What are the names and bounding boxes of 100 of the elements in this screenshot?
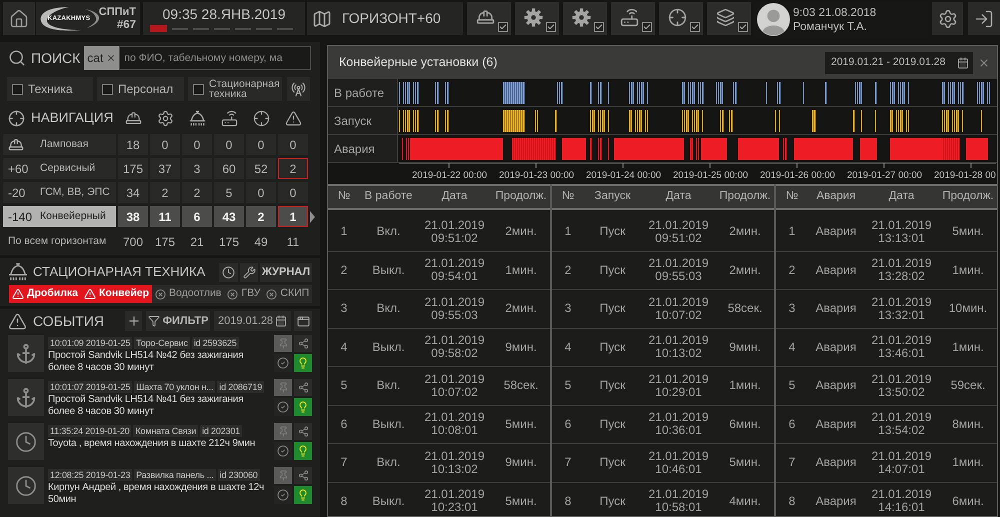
layer-checkbox[interactable] [546, 22, 556, 32]
table-cell: 2 [246, 206, 276, 227]
history-button[interactable] [219, 262, 238, 282]
layer-checkbox[interactable] [738, 22, 748, 32]
filter-checkbox[interactable]: Стационарная техника [188, 77, 282, 101]
tools-button[interactable] [240, 262, 258, 282]
acknowledge-button[interactable] [274, 486, 292, 504]
equipment-button[interactable]: СКИП [263, 285, 312, 303]
journal-button[interactable]: ЖУРНАЛ [260, 262, 312, 282]
table-cell-text: Вкл. [376, 454, 402, 472]
layer-checkbox[interactable] [594, 22, 604, 32]
table-cell: 0 [278, 182, 308, 203]
antenna-button[interactable] [287, 77, 310, 101]
table-cell: 2 [278, 158, 308, 179]
equipment-button[interactable]: Дробилка [9, 285, 82, 303]
table-cell-text: 21.01.2019 10:08:01 [423, 409, 486, 440]
table-cell: 0 [246, 134, 276, 155]
close-icon [106, 53, 116, 63]
share-button[interactable] [294, 423, 312, 440]
check-icon [499, 23, 507, 31]
share-button[interactable] [294, 335, 312, 352]
layer-toggle[interactable] [707, 2, 751, 35]
router-icon [220, 110, 238, 126]
filter-chip[interactable]: cat [84, 46, 120, 70]
layer-toggle[interactable] [563, 2, 607, 35]
checkbox[interactable] [193, 84, 204, 94]
column-header: Продолж. [941, 189, 995, 204]
axis-tick-label: 2019-01-24 00:00 [586, 169, 662, 183]
clock-time: 09:35 28.ЯНВ.2019 [162, 6, 286, 22]
share-button[interactable] [294, 379, 312, 396]
equipment-button[interactable]: Конвейер [81, 285, 152, 303]
lightbulb-button[interactable] [294, 354, 312, 372]
x-circle-icon [227, 288, 238, 300]
window-button[interactable] [294, 311, 312, 331]
table-cell: 0 [278, 134, 308, 155]
logout-button[interactable] [968, 2, 1000, 35]
home-button[interactable] [3, 2, 35, 35]
horizon-selector[interactable]: ГОРИЗОНТ+60 [307, 2, 463, 35]
date-range-field[interactable]: 2019.01.21 - 2019.01.28 [825, 52, 973, 74]
lightbulb-button[interactable] [294, 398, 312, 416]
table-cell: 2 [150, 182, 180, 203]
table-cell-text: 7 [340, 454, 348, 472]
lightbulb-button[interactable] [294, 486, 312, 504]
clock-icon [8, 423, 44, 460]
logo-swoosh-icon [39, 6, 101, 32]
layer-toggle[interactable] [659, 2, 703, 35]
table-cell-text: 5 [788, 377, 796, 394]
search-label: ПОИСК [31, 48, 80, 68]
checkbox[interactable] [12, 84, 23, 94]
equipment-button[interactable]: Водоотлив [152, 285, 224, 303]
section-title: СТАЦИОНАРНАЯ ТЕХНИКА [33, 263, 206, 282]
event-id: id 202301 [200, 425, 242, 437]
layer-toggle[interactable] [467, 2, 511, 35]
layer-checkbox[interactable] [642, 22, 652, 32]
date-field[interactable]: 2019.01.28 [214, 311, 291, 331]
table-cell-text: 11 [286, 234, 300, 251]
layer-checkbox[interactable] [498, 22, 508, 32]
filter-checkbox[interactable]: Техника [7, 77, 93, 101]
layer-toggle[interactable] [515, 2, 559, 35]
table-cell-text: 5 [340, 377, 348, 394]
horizon-name: Ламповая [40, 136, 88, 152]
check-circle-icon [277, 401, 289, 413]
table-cell-text: Авария [814, 262, 858, 279]
column-header: Продолж. [718, 189, 772, 204]
table-cell: 0 [214, 134, 244, 155]
anchor-icon [8, 379, 44, 416]
add-button[interactable] [125, 311, 142, 331]
checkbox[interactable] [102, 84, 113, 94]
acknowledge-button[interactable] [274, 442, 292, 460]
share-button[interactable] [294, 467, 312, 484]
router-icon [620, 8, 638, 27]
axis-tick-label: 2019-01-28 00 [934, 169, 996, 183]
pin-icon [278, 382, 288, 393]
table-cell-text: Авария [814, 454, 858, 472]
acknowledge-button[interactable] [274, 354, 292, 372]
acknowledge-button[interactable] [274, 398, 292, 416]
equipment-button[interactable]: ГВУ [224, 285, 264, 303]
settings-button[interactable] [932, 2, 963, 35]
table-cell-text: Пуск [598, 492, 626, 510]
layers-icon [716, 8, 734, 27]
search-field[interactable]: по ФИО, табельному номеру, ма [119, 46, 311, 70]
modal-title: Конвейерные установки (6) [339, 54, 498, 72]
table-cell-text: Пуск [598, 338, 626, 356]
table-cell: 0 [182, 134, 212, 155]
lightbulb-button[interactable] [294, 442, 312, 460]
unit-name: СППиТ [98, 6, 136, 18]
layer-toggle[interactable] [611, 2, 655, 35]
filter-button[interactable]: ФИЛЬТР [146, 311, 210, 331]
unit-number: #67 [116, 18, 136, 32]
horizon-name: Сервисный [40, 160, 96, 176]
table-cell: 6 [182, 206, 212, 227]
table-cell: 5 [214, 182, 244, 203]
event-time: 10:01:07 2019-01-25 [48, 381, 132, 393]
clock-icon [222, 266, 235, 278]
table-cell-text: 4 [340, 338, 348, 356]
table-cell-text: 8 [564, 492, 572, 510]
table-cell-text: Авария [814, 338, 858, 356]
table-cell-text: 6 [340, 416, 348, 433]
filter-checkbox[interactable]: Персонал [97, 77, 184, 101]
layer-checkbox[interactable] [690, 22, 700, 32]
